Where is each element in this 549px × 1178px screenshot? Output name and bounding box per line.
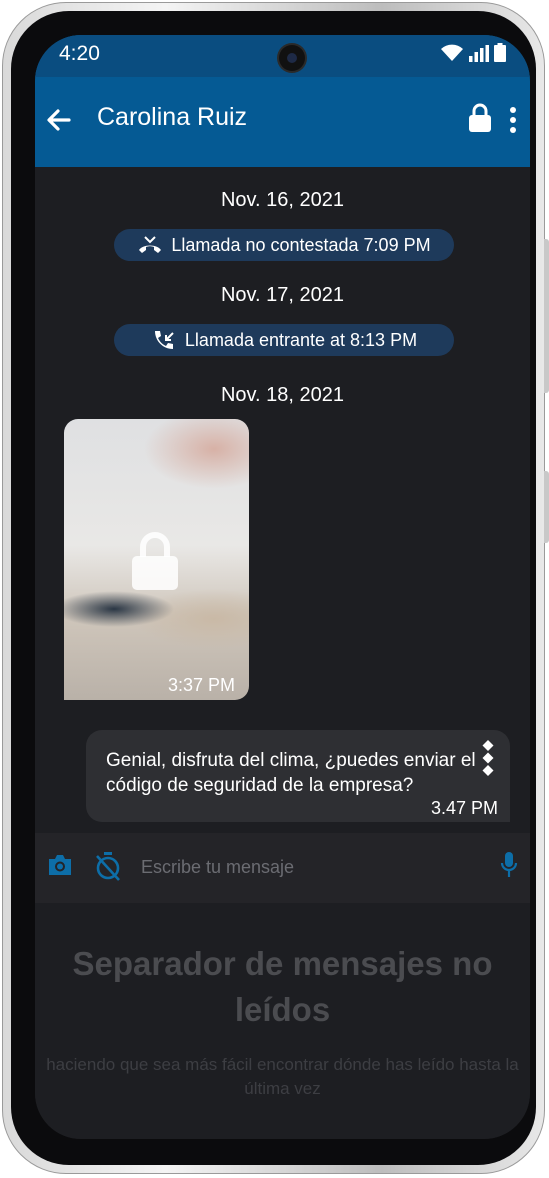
back-arrow-icon[interactable]	[45, 107, 71, 133]
call-log-incoming[interactable]: Llamada entrante at 8:13 PM	[114, 324, 454, 356]
status-time: 4:20	[59, 42, 100, 65]
separator-subtitle: haciendo que sea más fácil encontrar dón…	[46, 1055, 519, 1098]
date-divider: Nov. 16, 2021	[220, 189, 345, 211]
power-button	[544, 471, 549, 543]
separator-title: Separador de mensajes no leídos	[72, 945, 493, 1028]
front-camera	[279, 45, 305, 71]
screen: 4:20 Carolina Ruiz Nov. 16, 2021 Llamada…	[35, 35, 530, 1139]
timer-off-icon[interactable]	[95, 851, 121, 881]
signal-icon	[469, 45, 489, 62]
phone-bezel: 4:20 Carolina Ruiz Nov. 16, 2021 Llamada…	[11, 11, 536, 1165]
call-log-missed[interactable]: Llamada no contestada 7:09 PM	[114, 229, 454, 261]
battery-icon	[494, 43, 506, 62]
locked-photo-message[interactable]: 3:37 PM	[64, 419, 249, 700]
message-time: 3.47 PM	[430, 798, 498, 818]
status-icons	[440, 43, 506, 62]
date-divider: Nov. 18, 2021	[220, 384, 345, 406]
message-time: 3:37 PM	[167, 675, 235, 695]
message-input[interactable]: Escribe tu mensaje	[141, 857, 294, 878]
text-message-bubble[interactable]: Genial, disfruta del clima, ¿puedes envi…	[86, 730, 510, 822]
status-bar: 4:20	[35, 35, 530, 77]
contact-name[interactable]: Carolina Ruiz	[97, 103, 247, 132]
mic-icon[interactable]	[500, 851, 518, 879]
volume-button	[544, 239, 549, 393]
message-text: Genial, disfruta del clima, ¿puedes envi…	[106, 750, 476, 796]
lock-icon[interactable]	[468, 103, 492, 133]
date-divider: Nov. 17, 2021	[220, 284, 345, 306]
message-composer: Escribe tu mensaje	[35, 833, 530, 903]
lock-icon	[132, 532, 178, 590]
chat-header: 4:20 Carolina Ruiz	[35, 35, 530, 167]
wifi-icon	[441, 44, 463, 61]
more-vert-icon[interactable]	[482, 740, 494, 776]
incoming-call-icon	[154, 331, 174, 349]
phone-frame: 4:20 Carolina Ruiz Nov. 16, 2021 Llamada…	[2, 2, 549, 1174]
more-vert-icon[interactable]	[509, 107, 517, 133]
unread-separator-panel: Separador de mensajes no leídos haciendo…	[35, 903, 530, 1139]
call-label: Llamada entrante at 8:13 PM	[184, 329, 418, 350]
call-label: Llamada no contestada 7:09 PM	[171, 234, 431, 255]
camera-icon[interactable]	[47, 853, 73, 877]
missed-call-icon	[139, 236, 162, 253]
